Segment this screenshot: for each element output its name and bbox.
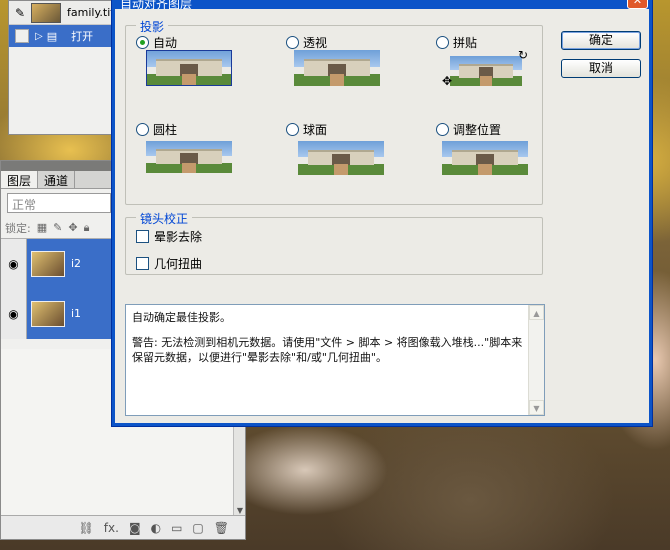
- move-icon: ✥: [442, 74, 453, 88]
- radio-reposition[interactable]: [436, 123, 449, 136]
- link-icon[interactable]: ⛓: [79, 521, 94, 535]
- vignette-removal-option[interactable]: 晕影去除: [136, 228, 202, 245]
- dialog-body: 投影 自动 透视 拼贴 ↻ ✥ 圆柱 球面 调整位置 镜头校正 晕影去除 几何扭…: [115, 9, 649, 423]
- layer-name: i1: [71, 307, 82, 320]
- radio-collage[interactable]: [436, 36, 449, 49]
- history-brush-icon[interactable]: ✎: [9, 2, 31, 24]
- option-label: 调整位置: [453, 123, 502, 137]
- message-textbox[interactable]: 自动确定最佳投影。 警告: 无法检测到相机元数据。请使用"文件 > 脚本 > 将…: [125, 304, 545, 416]
- geometric-distortion-option[interactable]: 几何扭曲: [136, 255, 202, 272]
- new-layer-icon[interactable]: ▢: [192, 521, 203, 535]
- projection-option-collage[interactable]: 拼贴 ↻ ✥: [436, 34, 576, 88]
- history-checkbox[interactable]: [15, 29, 29, 43]
- auto-align-dialog: 自动对齐图层 ✕ 投影 自动 透视 拼贴 ↻ ✥ 圆柱 球面 调整位置 镜头校正…: [111, 0, 653, 427]
- lock-position-icon[interactable]: ✥: [68, 221, 77, 234]
- history-panel: ✎ family.tif ▷ ▤ 打开: [8, 0, 118, 135]
- lock-transparency-icon[interactable]: ▦: [37, 221, 47, 234]
- lock-label: 锁定:: [5, 221, 31, 235]
- cylindrical-projection-icon: [146, 141, 232, 173]
- layer-thumbnail: [31, 300, 65, 327]
- folder-icon[interactable]: ▭: [171, 521, 182, 535]
- layers-toolbar: ⛓ fx. ◙ ◐ ▭ ▢ 🗑︎: [1, 515, 245, 539]
- lens-correction-legend: 镜头校正: [136, 210, 193, 227]
- option-label: 透视: [303, 36, 328, 50]
- history-file-name: family.tif: [67, 6, 115, 19]
- scroll-down-icon[interactable]: ▼: [529, 400, 544, 415]
- radio-auto[interactable]: [136, 36, 149, 49]
- tab-layers[interactable]: 图层: [1, 171, 39, 188]
- close-icon[interactable]: ✕: [627, 0, 648, 9]
- vignette-removal-label: 晕影去除: [154, 230, 203, 244]
- message-line-1: 自动确定最佳投影。: [132, 311, 231, 324]
- rotate-icon: ↻: [518, 48, 529, 62]
- lock-all-icon[interactable]: 🔒︎: [84, 221, 90, 235]
- history-snapshot-row[interactable]: ✎ family.tif: [9, 1, 117, 25]
- geometric-distortion-checkbox[interactable]: [136, 257, 149, 270]
- radio-cylindrical[interactable]: [136, 123, 149, 136]
- snapshot-thumbnail: [31, 2, 61, 23]
- perspective-projection-icon: [294, 50, 380, 86]
- eye-icon[interactable]: ◉: [1, 238, 27, 289]
- ok-button[interactable]: 确定: [561, 31, 641, 50]
- layer-name: i2: [71, 257, 82, 270]
- message-scrollbar[interactable]: ▲ ▼: [528, 305, 544, 415]
- document-icon: ▤: [46, 29, 58, 43]
- spherical-projection-icon: [298, 141, 384, 175]
- projection-option-reposition[interactable]: 调整位置: [436, 121, 576, 175]
- scroll-down-icon[interactable]: ▼: [234, 506, 246, 515]
- projection-group: 投影 自动 透视 拼贴 ↻ ✥ 圆柱 球面 调整位置: [125, 18, 543, 205]
- message-line-2: 警告: 无法检测到相机元数据。请使用"文件 > 脚本 > 将图像载入堆栈..."…: [132, 336, 523, 364]
- option-label: 圆柱: [153, 123, 178, 137]
- lock-pixels-icon[interactable]: ✎: [53, 221, 62, 234]
- history-state-open[interactable]: ▷ ▤ 打开: [9, 25, 117, 47]
- collage-projection-icon: [450, 56, 522, 86]
- cancel-button[interactable]: 取消: [561, 59, 641, 78]
- mask-icon[interactable]: ◙: [129, 521, 141, 535]
- lens-correction-group: 镜头校正 晕影去除 几何扭曲: [125, 210, 543, 275]
- projection-option-cylindrical[interactable]: 圆柱: [136, 121, 276, 173]
- vignette-removal-checkbox[interactable]: [136, 230, 149, 243]
- trash-icon[interactable]: 🗑︎: [214, 521, 229, 535]
- geometric-distortion-label: 几何扭曲: [154, 257, 203, 271]
- adjustment-icon[interactable]: ◐: [151, 521, 161, 535]
- scroll-up-icon[interactable]: ▲: [529, 305, 544, 320]
- option-label: 自动: [153, 36, 178, 50]
- blend-mode-select[interactable]: 正常: [7, 193, 111, 213]
- projection-option-spherical[interactable]: 球面: [286, 121, 426, 175]
- reposition-projection-icon: [442, 141, 528, 175]
- projection-option-perspective[interactable]: 透视: [286, 34, 426, 86]
- tab-channels[interactable]: 通道: [38, 171, 76, 188]
- projection-option-auto[interactable]: 自动: [136, 34, 276, 86]
- option-label: 球面: [303, 123, 328, 137]
- layer-thumbnail: [31, 250, 65, 277]
- fx-icon[interactable]: fx.: [104, 521, 119, 535]
- radio-spherical[interactable]: [286, 123, 299, 136]
- history-state-label: 打开: [71, 30, 94, 43]
- radio-perspective[interactable]: [286, 36, 299, 49]
- history-state-marker-icon: ▷: [35, 30, 43, 42]
- eye-icon[interactable]: ◉: [1, 288, 27, 339]
- projection-legend: 投影: [136, 18, 169, 35]
- auto-projection-icon: [146, 50, 232, 86]
- option-label: 拼贴: [453, 36, 478, 50]
